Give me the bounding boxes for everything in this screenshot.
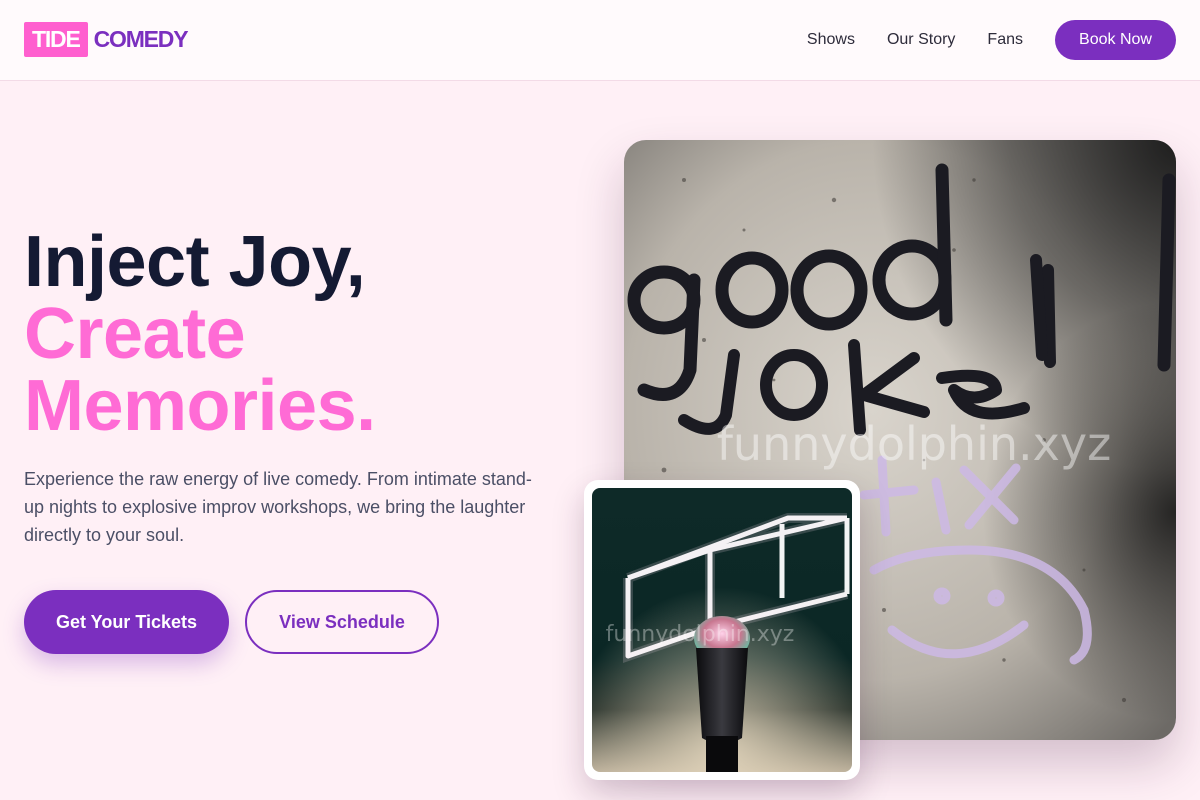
nav-link-our-story[interactable]: Our Story bbox=[887, 31, 955, 49]
image-watermark-small: funnydolphin.xyz bbox=[606, 622, 795, 647]
book-now-button[interactable]: Book Now bbox=[1055, 20, 1176, 60]
logo-box: TIDE bbox=[24, 22, 88, 57]
get-tickets-button[interactable]: Get Your Tickets bbox=[24, 590, 229, 654]
hero-subtitle: Experience the raw energy of live comedy… bbox=[24, 469, 532, 545]
headline-line-2: Create bbox=[24, 294, 246, 374]
hero-headline: Inject Joy, Create Memories. bbox=[24, 226, 544, 442]
nav-link-shows[interactable]: Shows bbox=[807, 31, 855, 49]
headline-line-3: Memories. bbox=[24, 366, 376, 446]
site-header: TIDE COMEDY Shows Our Story Fans Book No… bbox=[0, 0, 1200, 81]
microphone-illustration: funnydolphin.xyz bbox=[592, 488, 852, 772]
main-nav: Shows Our Story Fans Book Now bbox=[807, 20, 1176, 60]
view-schedule-button[interactable]: View Schedule bbox=[245, 590, 439, 654]
headline-line-1: Inject Joy, bbox=[24, 222, 366, 302]
microphone-photo: funnydolphin.xyz bbox=[592, 488, 852, 772]
logo-text: COMEDY bbox=[93, 26, 189, 52]
site-logo[interactable]: TIDE COMEDY bbox=[24, 22, 189, 57]
hero-image-microphone: funnydolphin.xyz bbox=[584, 480, 860, 780]
nav-link-fans[interactable]: Fans bbox=[987, 31, 1023, 49]
image-watermark: funnydolphin.xyz bbox=[717, 417, 1112, 471]
